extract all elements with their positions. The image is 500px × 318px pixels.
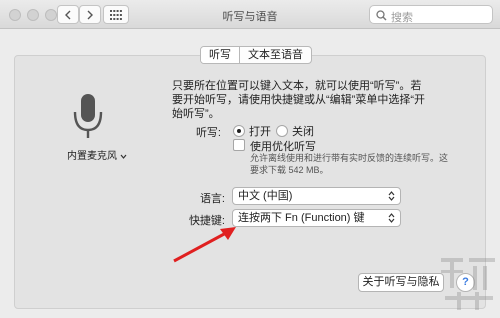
enhanced-dictation-checkbox[interactable]: [233, 139, 245, 151]
radio-selected-icon: [233, 125, 245, 137]
microphone-dropdown[interactable]: 内置麦克风: [67, 147, 127, 162]
watermark-logo: [441, 258, 495, 310]
dictation-label: 听写:: [195, 127, 221, 139]
microphone-icon: [73, 94, 103, 138]
radio-unselected-icon: [276, 125, 288, 137]
annotation-arrow: [173, 227, 236, 263]
language-select[interactable]: 中文 (中国): [232, 187, 401, 205]
search-placeholder: 搜索: [391, 12, 413, 24]
language-label: 语言:: [199, 193, 225, 205]
dictation-description: 只要所在位置可以键入文本，就可以使用“听写”。若要开始听写，请使用快捷键或从“编…: [172, 80, 425, 120]
enhanced-dictation-description: 允许离线使用和进行带有实时反馈的连续听写。这要求下载 542 MB。: [250, 153, 449, 175]
dictation-on-label: 打开: [249, 126, 271, 138]
updown-arrow-icon: [388, 213, 395, 223]
microphone-label: 内置麦克风: [67, 151, 117, 162]
language-value: 中文 (中国): [238, 190, 293, 202]
updown-arrow-icon: [388, 191, 395, 201]
tab-text-to-speech[interactable]: 文本至语音: [239, 47, 311, 63]
search-icon: [376, 10, 387, 21]
shortcut-select[interactable]: 连按两下 Fn (Function) 键: [232, 209, 401, 227]
dictation-off-radio[interactable]: 关闭: [276, 123, 314, 139]
title-bar: 听写与语音 搜索: [0, 0, 500, 29]
dictation-off-label: 关闭: [292, 126, 314, 138]
about-dictation-privacy-button[interactable]: 关于听写与隐私: [358, 273, 444, 292]
tab-dictation[interactable]: 听写: [201, 47, 239, 63]
tab-bar: 听写 文本至语音: [200, 46, 312, 64]
search-input[interactable]: 搜索: [369, 5, 493, 24]
dictation-on-radio[interactable]: 打开: [233, 123, 271, 139]
chevron-down-icon: [120, 154, 127, 159]
shortcut-value: 连按两下 Fn (Function) 键: [238, 212, 365, 224]
